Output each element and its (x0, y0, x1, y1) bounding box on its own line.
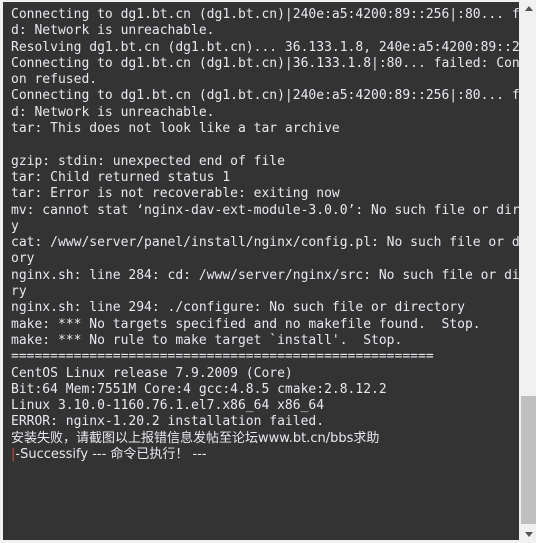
terminal-line: Linux 3.10.0-1160.76.1.el7.x86_64 x86_64 (11, 398, 325, 414)
terminal-output-pane[interactable]: Connecting to dg1.bt.cn (dg1.bt.cn)|240e… (3, 2, 519, 540)
terminal-line: Resolving dg1.bt.cn (dg1.bt.cn)... 36.13… (11, 39, 519, 55)
triangle-up-icon (524, 6, 533, 11)
terminal-line-list: Connecting to dg1.bt.cn (dg1.bt.cn)|240e… (11, 7, 519, 431)
terminal-line: y (11, 218, 19, 234)
terminal-line: ry (11, 284, 27, 300)
terminal-line-final: |-Successify --- 命令已执行！ --- (11, 447, 519, 463)
terminal-line: nginx.sh: line 294: ./configure: No such… (11, 300, 465, 316)
terminal-line: Bit:64 Mem:7551M Core:4 gcc:4.8.5 cmake:… (11, 381, 387, 397)
scrollbar-up-button[interactable] (520, 0, 536, 17)
terminal-line: d: Network is unreachable. (11, 23, 215, 39)
terminal-line: make: *** No targets specified and no ma… (11, 316, 481, 332)
terminal-line: tar: Child returned status 1 (11, 169, 231, 185)
terminal-line: Connecting to dg1.bt.cn (dg1.bt.cn)|36.1… (11, 55, 519, 71)
terminal-line: d: Network is unreachable. (11, 104, 215, 120)
terminal-line: Connecting to dg1.bt.cn (dg1.bt.cn)|240e… (11, 7, 519, 22)
terminal-line: on refused. (11, 72, 98, 88)
terminal-line: cat: /www/server/panel/install/nginx/con… (11, 235, 519, 251)
terminal-line: make: *** No rule to make target `instal… (11, 332, 403, 348)
terminal-line-cjk-notice: 安装失败，请截图以上报错信息发帖至论坛www.bt.cn/bbs求助 (11, 430, 380, 446)
scrollbar-down-button[interactable] (520, 526, 536, 543)
terminal-line: tar: Error is not recoverable: exiting n… (11, 186, 340, 202)
triangle-down-icon (524, 532, 533, 537)
terminal-line: CentOS Linux release 7.9.2009 (Core) (11, 365, 293, 381)
terminal-line: tar: This does not look like a tar archi… (11, 121, 340, 137)
terminal-line: Connecting to dg1.bt.cn (dg1.bt.cn)|240e… (11, 88, 519, 104)
screenshot-root: Connecting to dg1.bt.cn (dg1.bt.cn)|240e… (0, 0, 536, 543)
terminal-line-final-text: -Successify --- 命令已执行！ --- (15, 447, 207, 463)
terminal-line: ory (11, 251, 35, 267)
terminal-line: ========================================… (11, 349, 434, 365)
scrollbar-thumb[interactable] (521, 396, 536, 524)
terminal-line: gzip: stdin: unexpected end of file (11, 153, 285, 169)
terminal-line: ERROR: nginx-1.20.2 installation failed. (11, 414, 325, 430)
vertical-scrollbar[interactable] (519, 0, 536, 543)
terminal-line: mv: cannot stat ‘nginx-dav-ext-module-3.… (11, 202, 519, 218)
terminal-line: nginx.sh: line 284: cd: /www/server/ngin… (11, 267, 519, 283)
